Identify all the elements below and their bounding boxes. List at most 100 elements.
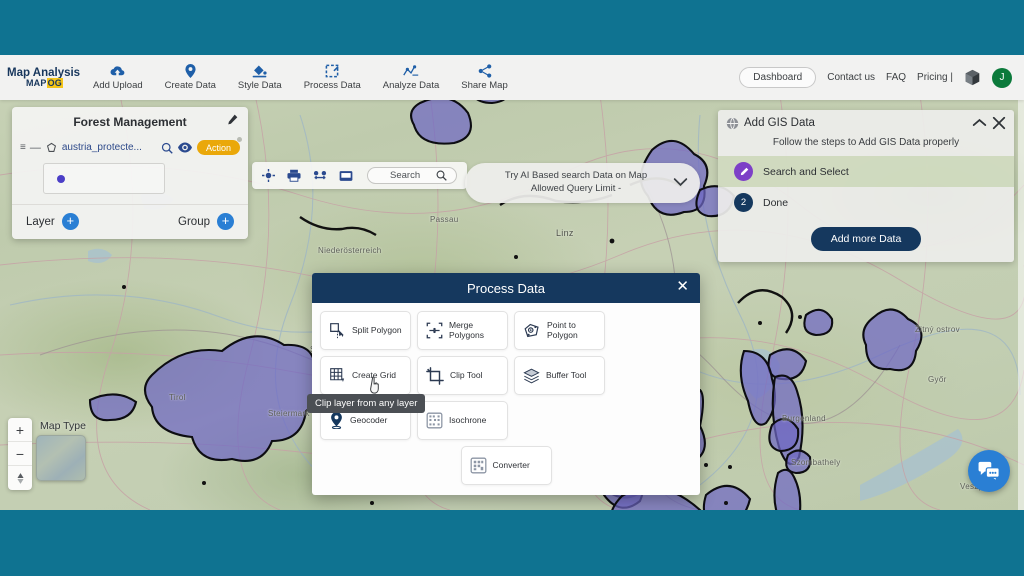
tool-create-grid[interactable]: Create Grid xyxy=(320,356,411,395)
nav-process-data[interactable]: Process Data xyxy=(302,63,363,92)
map-toolbar: Search xyxy=(252,162,468,189)
point-to-polygon-icon xyxy=(523,322,541,339)
nav-label: Process Data xyxy=(303,80,361,91)
modal-title: Process Data xyxy=(466,280,546,296)
printer-icon[interactable] xyxy=(287,169,301,182)
gis-panel-header: Add GIS Data xyxy=(718,110,1014,134)
tool-label: Buffer Tool xyxy=(546,369,587,380)
chevron-up-icon[interactable] xyxy=(972,118,987,128)
tool-label: Clip Tool xyxy=(450,369,483,380)
tool-merge-polygons[interactable]: Merge Polygons xyxy=(417,311,508,350)
tool-label: Split Polygon xyxy=(352,324,402,335)
add-layer-group[interactable]: Layer + xyxy=(26,213,79,230)
gis-step-done[interactable]: 2 Done xyxy=(718,187,1014,218)
layer-panel-body: ≡ — austria_protecte... Action xyxy=(12,135,248,204)
process-dashed-square-icon xyxy=(325,64,339,78)
chevron-down-icon[interactable] xyxy=(673,174,692,192)
nav-analyze-data[interactable]: Analyze Data xyxy=(381,63,442,92)
zoom-out-button[interactable]: − xyxy=(8,442,32,466)
analyze-chart-icon xyxy=(403,64,419,78)
nav-label: Add Upload xyxy=(93,80,143,91)
map-type-thumbnail[interactable] xyxy=(36,435,86,481)
ai-search-bar[interactable]: Try AI Based search Data on Map Allowed … xyxy=(465,163,700,203)
tool-clip[interactable]: Clip Tool xyxy=(417,356,508,395)
layer-row[interactable]: ≡ — austria_protecte... Action xyxy=(20,137,243,159)
measure-distance-icon[interactable] xyxy=(313,170,327,182)
close-icon[interactable]: ✕ xyxy=(676,279,689,294)
tool-split-polygon[interactable]: Split Polygon xyxy=(320,311,411,350)
tool-grid-row3: Converter xyxy=(320,446,692,485)
layer-action-button[interactable]: Action xyxy=(196,137,243,155)
modal-header: Process Data ✕ xyxy=(312,273,700,303)
layer-legend xyxy=(43,163,165,194)
brand-subtitle: MAPOG xyxy=(25,77,63,88)
step-number-badge: 2 xyxy=(734,193,753,212)
nav-label: Analyze Data xyxy=(382,80,440,91)
tool-converter[interactable]: Converter xyxy=(460,446,552,485)
add-group-group[interactable]: Group + xyxy=(178,213,234,230)
layer-panel-title-row: Forest Management xyxy=(12,107,248,135)
add-more-data-button[interactable]: Add more Data xyxy=(810,227,922,251)
grid-icon xyxy=(329,367,346,384)
add-layer-button[interactable]: + xyxy=(61,213,79,230)
nav-label: Style Data xyxy=(237,80,282,91)
compass-north-icon[interactable] xyxy=(8,466,32,490)
pricing-link[interactable]: Pricing | xyxy=(917,72,953,83)
layer-name[interactable]: austria_protecte... xyxy=(62,142,156,153)
tool-label: Converter xyxy=(492,459,530,470)
eye-icon[interactable] xyxy=(177,142,192,153)
nav-create-data[interactable]: Create Data xyxy=(163,63,218,92)
chat-bubbles-icon xyxy=(978,461,1000,481)
rectangle-select-icon[interactable] xyxy=(339,170,353,182)
merge-polygons-icon xyxy=(426,322,443,339)
layers-buffer-icon xyxy=(523,368,540,384)
app-header: Map Analysis MAPOG Add Upload Create Dat… xyxy=(0,55,1024,100)
mouse-cursor xyxy=(368,375,384,400)
map-pin-icon xyxy=(185,64,196,78)
cube-3d-icon[interactable] xyxy=(964,69,981,86)
pencil-icon[interactable] xyxy=(226,114,238,129)
gis-step-search-and-select[interactable]: Search and Select xyxy=(718,156,1014,187)
faq-link[interactable]: FAQ xyxy=(886,72,906,83)
dashboard-button[interactable]: Dashboard xyxy=(739,67,817,88)
legend-color-swatch[interactable] xyxy=(57,174,65,183)
page-title: Forest Management xyxy=(73,115,187,129)
app-window: Linz Tirol Niederösterreich Steiermark N… xyxy=(0,0,1024,576)
minus-icon[interactable]: — xyxy=(30,142,41,154)
map-type-label: Map Type xyxy=(40,420,86,432)
map-search-button[interactable]: Search xyxy=(367,167,458,184)
page-scrollbar[interactable] xyxy=(1018,55,1024,510)
tool-label: Merge Polygons xyxy=(449,319,484,340)
contact-us-link[interactable]: Contact us xyxy=(827,72,875,83)
map-label: Szombathely xyxy=(791,458,841,467)
magnifier-icon xyxy=(436,170,447,181)
add-gis-data-panel: Add GIS Data Follow the steps to Add GIS… xyxy=(718,110,1014,262)
nav-style-data[interactable]: Style Data xyxy=(236,63,284,92)
crop-icon xyxy=(426,366,444,385)
chat-button[interactable] xyxy=(968,450,1010,492)
layer-panel-footer: Layer + Group + xyxy=(12,204,248,239)
tool-point-to-polygon[interactable]: Point to Polygon xyxy=(514,311,605,350)
tool-label: Geocoder xyxy=(350,414,388,425)
locate-target-icon[interactable] xyxy=(262,169,275,182)
map-label: Győr xyxy=(928,375,947,384)
close-icon[interactable] xyxy=(992,116,1006,130)
add-group-button[interactable]: + xyxy=(217,213,234,230)
globe-icon xyxy=(726,117,739,130)
cloud-upload-icon xyxy=(110,64,125,78)
converter-icon xyxy=(470,457,487,474)
tool-label: Isochrone xyxy=(449,414,487,425)
map-label: Passau xyxy=(430,215,459,224)
nav-label: Create Data xyxy=(164,80,216,91)
avatar[interactable]: J xyxy=(992,67,1012,88)
tool-buffer[interactable]: Buffer Tool xyxy=(514,356,605,395)
search-zoom-icon[interactable] xyxy=(161,142,173,154)
tool-isochrone[interactable]: Isochrone xyxy=(417,401,508,440)
nav-share-map[interactable]: Share Map xyxy=(459,63,509,92)
paint-bucket-icon xyxy=(252,64,267,78)
check-pencil-icon xyxy=(734,162,753,181)
drag-handle-icon[interactable]: ≡ xyxy=(20,142,26,153)
brand-logo[interactable]: Map Analysis MAPOG xyxy=(0,67,82,89)
nav-add-upload[interactable]: Add Upload xyxy=(91,63,145,92)
zoom-in-button[interactable]: + xyxy=(8,418,32,442)
